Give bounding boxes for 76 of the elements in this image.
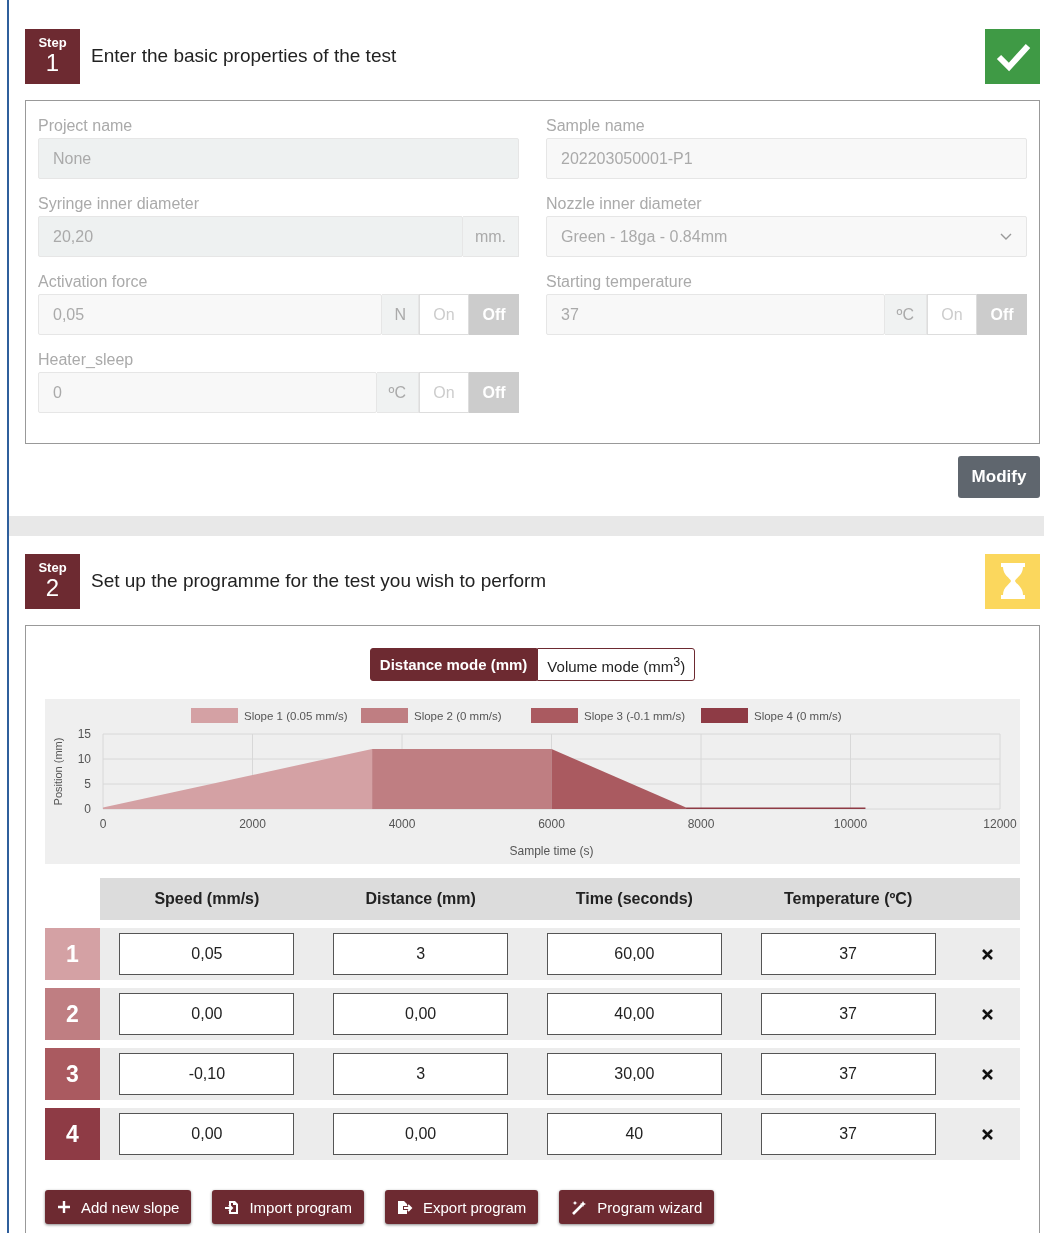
field-label: Sample name (546, 116, 646, 136)
mode-tab[interactable]: Distance mode (mm) (369, 648, 538, 681)
axis-tick-label: 8000 (687, 817, 715, 831)
field-label: Starting temperature (546, 272, 693, 292)
file-import-icon (224, 1199, 240, 1215)
input-field[interactable]: 0,05 (119, 933, 295, 975)
slope-number: 2 (45, 988, 100, 1040)
input-field[interactable]: 0,00 (119, 993, 295, 1035)
input-field[interactable]: 3 (333, 933, 509, 975)
axis-tick-label: 4000 (388, 817, 416, 831)
step-title: Set up the programme for the test you wish to perform (91, 570, 548, 592)
file-export-icon (396, 1199, 413, 1215)
axis-tick-label: 5 (84, 777, 91, 791)
modify-button[interactable]: Modify (958, 456, 1040, 498)
chevron-icon (1000, 232, 1012, 241)
input-field[interactable]: 40 (546, 1113, 722, 1155)
input-field[interactable]: 37 (760, 993, 936, 1035)
input-field[interactable]: 40,00 (546, 993, 722, 1035)
field-label: Syringe inner diameter (38, 194, 200, 214)
input-field[interactable]: 37 (760, 933, 936, 975)
wizard-button[interactable]: Program wizard (559, 1190, 715, 1224)
unit-label: ºC (884, 294, 927, 335)
input-field[interactable]: 0,00 (333, 1113, 509, 1155)
legend-item: Slope 3 (-0.1 mm/s) (531, 708, 685, 723)
unit-label: mm. (462, 216, 519, 257)
slope-number: 1 (45, 928, 100, 980)
field-label: Activation force (38, 272, 149, 292)
axis-title: Position (mm) (52, 737, 64, 806)
step-badge: Step 1 (25, 28, 80, 84)
input-field[interactable]: 37 (760, 1113, 936, 1155)
export-button[interactable]: Export program (384, 1190, 539, 1224)
column-header: Distance (mm) (364, 890, 477, 908)
magic-wand-icon (571, 1199, 588, 1215)
axis-tick-label: 6000 (538, 817, 565, 831)
field-label: Nozzle inner diameter (546, 194, 703, 214)
axis-title: Sample time (s) (509, 844, 594, 858)
close-icon[interactable] (981, 1067, 994, 1081)
close-icon[interactable] (981, 1007, 994, 1021)
column-header: Temperature (ºC) (783, 890, 914, 908)
legend-label: Slope 3 (-0.1 mm/s) (584, 710, 686, 722)
axis-tick-label: 12000 (983, 817, 1017, 831)
axis-tick-label: 15 (77, 727, 91, 741)
slope-number: 4 (45, 1108, 100, 1160)
legend-item: Slope 2 (0 mm/s) (361, 708, 502, 723)
import-button[interactable]: Import program (212, 1190, 364, 1224)
legend-label: Slope 4 (0 mm/s) (754, 710, 842, 722)
step-title: Enter the basic properties of the test (91, 45, 398, 67)
axis-tick-label: 10 (77, 752, 91, 766)
plus-icon (57, 1200, 71, 1214)
mode-tab[interactable]: Volume mode (mm$^{3}$) (537, 648, 696, 681)
column-header: Speed (mm/s) (153, 890, 261, 908)
axis-tick-label: 10000 (833, 817, 868, 831)
add-button[interactable]: Add new slope (45, 1190, 192, 1224)
unit-label: N (382, 294, 419, 335)
close-icon[interactable] (981, 947, 994, 961)
axis-tick-label: 0 (99, 817, 107, 831)
slope-number: 3 (45, 1048, 100, 1100)
axis-tick-label: 2000 (239, 817, 266, 831)
legend-item: Slope 4 (0 mm/s) (701, 708, 842, 723)
input-field[interactable]: 37 (760, 1053, 936, 1095)
input-field[interactable]: -0,10 (119, 1053, 295, 1095)
axis-tick-label: 0 (84, 802, 91, 816)
field-label: Heater_sleep (38, 350, 135, 370)
step-badge: Step 2 (25, 553, 80, 609)
unit-label: ºC (376, 372, 419, 413)
input-field[interactable]: 0,00 (333, 993, 509, 1035)
legend-label: Slope 2 (0 mm/s) (414, 710, 502, 722)
input-field[interactable]: 3 (333, 1053, 509, 1095)
input-field[interactable]: 60,00 (546, 933, 722, 975)
legend-item: Slope 1 (0.05 mm/s) (191, 708, 348, 723)
input-field[interactable]: 0,00 (119, 1113, 295, 1155)
legend-label: Slope 1 (0.05 mm/s) (244, 710, 348, 722)
field-label: Project name (38, 116, 134, 136)
close-icon[interactable] (981, 1127, 994, 1141)
column-header: Time (seconds) (574, 890, 694, 908)
input-field[interactable]: 30,00 (546, 1053, 722, 1095)
